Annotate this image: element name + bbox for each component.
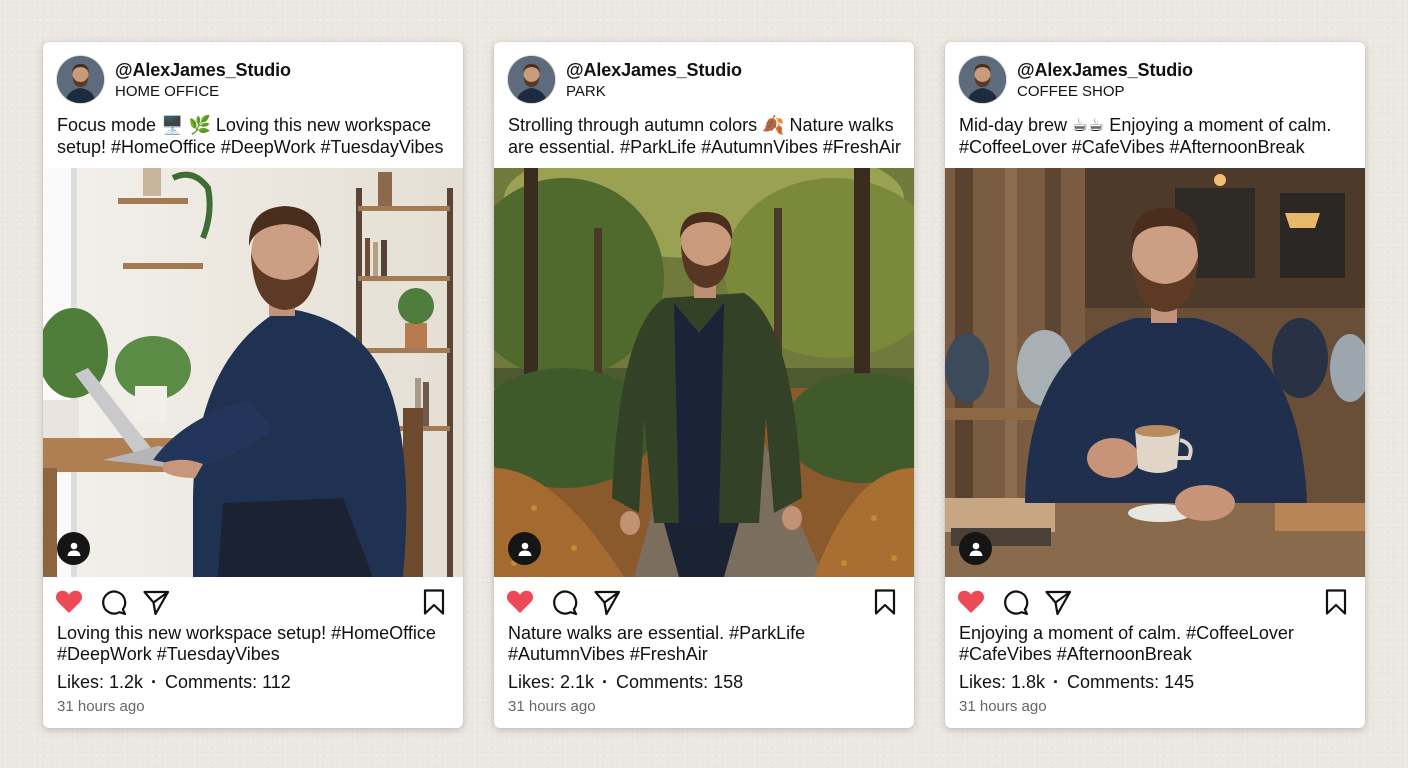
bookmark-icon[interactable] — [419, 587, 449, 617]
bookmark-icon[interactable] — [1321, 587, 1351, 617]
avatar[interactable] — [508, 56, 555, 103]
post-feed: @AlexJames_Studio HOME OFFICE Focus mode… — [0, 0, 1408, 768]
post-caption-top: Mid-day brew ☕☕ Enjoying a moment of cal… — [959, 115, 1332, 157]
post-timestamp: 31 hours ago — [508, 698, 596, 715]
paper-plane-icon[interactable] — [592, 587, 622, 617]
comments-count[interactable]: Comments: 112 — [165, 672, 291, 692]
heart-icon[interactable] — [956, 587, 986, 617]
post-card-home-office: @AlexJames_Studio HOME OFFICE Focus mode… — [43, 42, 463, 728]
post-card-coffee-shop: @AlexJames_Studio COFFEE SHOP Mid-day br… — [945, 42, 1365, 728]
stats-separator: · — [602, 672, 609, 692]
comment-bubble-icon[interactable] — [1000, 587, 1030, 617]
avatar[interactable] — [959, 56, 1006, 103]
likes-count[interactable]: Likes: 1.8k — [959, 672, 1045, 692]
post-caption: Nature walks are essential. #ParkLife #A… — [508, 623, 806, 664]
post-caption-top: Focus mode 🖥️ 🌿 Loving this new workspac… — [57, 115, 444, 157]
username[interactable]: @AlexJames_Studio — [115, 60, 291, 81]
tag-people-button[interactable] — [57, 532, 90, 565]
post-actions — [43, 582, 463, 622]
person-tag-icon — [518, 542, 531, 556]
post-caption-top: Strolling through autumn colors 🍂 Nature… — [508, 115, 901, 157]
comments-count[interactable]: Comments: 145 — [1067, 672, 1194, 692]
paper-plane-icon[interactable] — [1043, 587, 1073, 617]
post-caption: Loving this new workspace setup! #HomeOf… — [57, 623, 436, 664]
post-photo[interactable] — [945, 168, 1365, 577]
post-photo[interactable] — [494, 168, 914, 577]
paper-plane-icon[interactable] — [141, 587, 171, 617]
post-timestamp: 31 hours ago — [959, 698, 1047, 715]
likes-count[interactable]: Likes: 2.1k — [508, 672, 594, 692]
post-photo[interactable] — [43, 168, 463, 577]
post-header: @AlexJames_Studio HOME OFFICE — [43, 42, 463, 112]
post-actions — [945, 582, 1365, 622]
heart-icon[interactable] — [505, 587, 535, 617]
stats-separator: · — [151, 672, 158, 692]
comment-bubble-icon[interactable] — [98, 587, 128, 617]
person-tag-icon — [969, 542, 982, 556]
comment-bubble-icon[interactable] — [549, 587, 579, 617]
username[interactable]: @AlexJames_Studio — [566, 60, 742, 81]
person-tag-icon — [67, 542, 80, 556]
post-timestamp: 31 hours ago — [57, 698, 145, 715]
post-stats: Likes: 1.8k · Comments: 145 — [959, 672, 1194, 693]
username[interactable]: @AlexJames_Studio — [1017, 60, 1193, 81]
bookmark-icon[interactable] — [870, 587, 900, 617]
stats-separator: · — [1053, 672, 1060, 692]
post-header: @AlexJames_Studio COFFEE SHOP — [945, 42, 1365, 112]
location-label[interactable]: HOME OFFICE — [115, 83, 219, 100]
post-card-park: @AlexJames_Studio PARK Strolling through… — [494, 42, 914, 728]
post-stats: Likes: 2.1k · Comments: 158 — [508, 672, 743, 693]
location-label[interactable]: COFFEE SHOP — [1017, 83, 1125, 100]
heart-icon[interactable] — [54, 587, 84, 617]
post-header: @AlexJames_Studio PARK — [494, 42, 914, 112]
tag-people-button[interactable] — [508, 532, 541, 565]
likes-count[interactable]: Likes: 1.2k — [57, 672, 143, 692]
location-label[interactable]: PARK — [566, 83, 606, 100]
post-stats: Likes: 1.2k · Comments: 112 — [57, 672, 291, 693]
tag-people-button[interactable] — [959, 532, 992, 565]
post-actions — [494, 582, 914, 622]
avatar[interactable] — [57, 56, 104, 103]
comments-count[interactable]: Comments: 158 — [616, 672, 743, 692]
post-caption: Enjoying a moment of calm. #CoffeeLover … — [959, 623, 1294, 664]
